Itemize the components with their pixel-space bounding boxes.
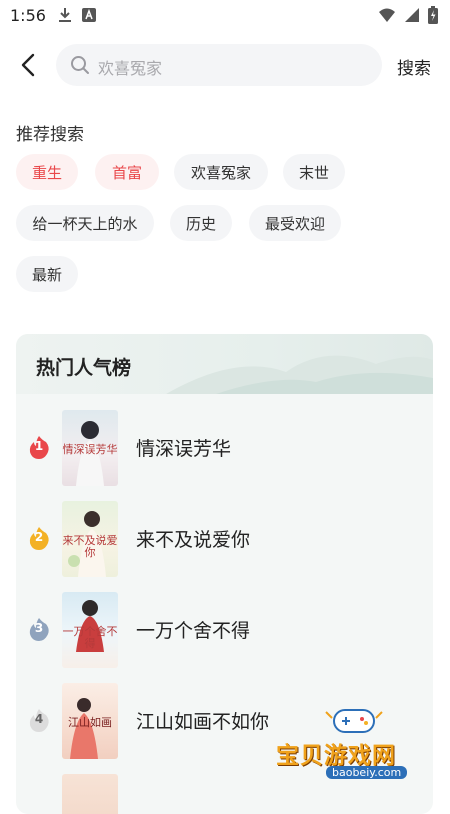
book-cover: 情深误芳华 [62, 410, 118, 486]
site-watermark: 宝贝游戏网 baobeiy.com [274, 704, 434, 790]
signal-icon [405, 8, 419, 22]
status-right-icons [378, 6, 438, 24]
chevron-left-icon [21, 53, 35, 77]
tag-tianshang-shui[interactable]: 给一杯天上的水 [16, 205, 154, 241]
cover-title: 情深误芳华 [62, 443, 118, 456]
cover-title: 来不及说爱你 [62, 534, 118, 559]
hot-ranking-title: 热门人气榜 [36, 357, 132, 379]
ranking-item[interactable]: 3 一万个舍不得 一万个舍不得 [16, 592, 433, 670]
watermark-url: baobeiy.com [326, 766, 408, 779]
wifi-icon [379, 8, 395, 22]
book-cover: 江山如画 [62, 683, 118, 759]
tag-lishi[interactable]: 历史 [170, 205, 232, 241]
cover-title: 一万个舍不得 [62, 625, 118, 650]
book-title: 一万个舍不得 [136, 620, 251, 642]
ranking-item[interactable]: 1 情深误芳华 情深误芳华 [16, 410, 433, 488]
search-button[interactable]: 搜索 [397, 54, 431, 79]
book-title: 江山如画不如你 [136, 711, 270, 733]
notification-icons [58, 7, 96, 23]
tag-moshi[interactable]: 末世 [283, 154, 345, 190]
rank-number: 3 [34, 621, 44, 635]
tag-zuixin[interactable]: 最新 [16, 256, 78, 292]
rank-number: 1 [34, 439, 44, 453]
tag-chongsheng[interactable]: 重生 [16, 154, 78, 190]
tag-zuishou-huanying[interactable]: 最受欢迎 [249, 205, 341, 241]
cover-title: 江山如画 [68, 716, 112, 729]
book-cover [62, 774, 118, 814]
search-placeholder: 欢喜冤家 [98, 59, 163, 78]
battery-icon [428, 6, 438, 24]
ranking-item[interactable]: 2 来不及说爱你 来不及说爱你 [16, 501, 433, 579]
rank-number: 4 [34, 712, 44, 726]
search-input[interactable]: 欢喜冤家 [56, 44, 382, 86]
gamepad-icon [325, 709, 383, 733]
back-button[interactable] [16, 52, 42, 78]
rank-number: 2 [34, 530, 44, 544]
book-cover: 一万个舍不得 [62, 592, 118, 668]
book-title: 情深误芳华 [136, 438, 232, 460]
recommended-title: 推荐搜索 [16, 125, 84, 145]
tag-huanxi-yuanjia[interactable]: 欢喜冤家 [174, 154, 268, 190]
download-icon [59, 8, 71, 22]
status-time: 1:56 [10, 6, 46, 25]
book-title: 来不及说爱你 [136, 529, 251, 551]
rank-badge: 1 [28, 434, 50, 460]
rank-badge: 2 [28, 525, 50, 551]
search-icon [71, 56, 89, 74]
rank-badge: 4 [28, 707, 50, 733]
search-header: 欢喜冤家 搜索 [0, 42, 450, 88]
app-a-icon [82, 8, 96, 22]
hot-ranking-header: 热门人气榜 [16, 334, 433, 394]
rank-badge: 3 [28, 616, 50, 642]
book-cover: 来不及说爱你 [62, 501, 118, 577]
watermark-text: 宝贝游戏网 [276, 743, 396, 769]
tag-shoufu[interactable]: 首富 [95, 154, 159, 190]
status-bar: 1:56 [0, 0, 450, 32]
